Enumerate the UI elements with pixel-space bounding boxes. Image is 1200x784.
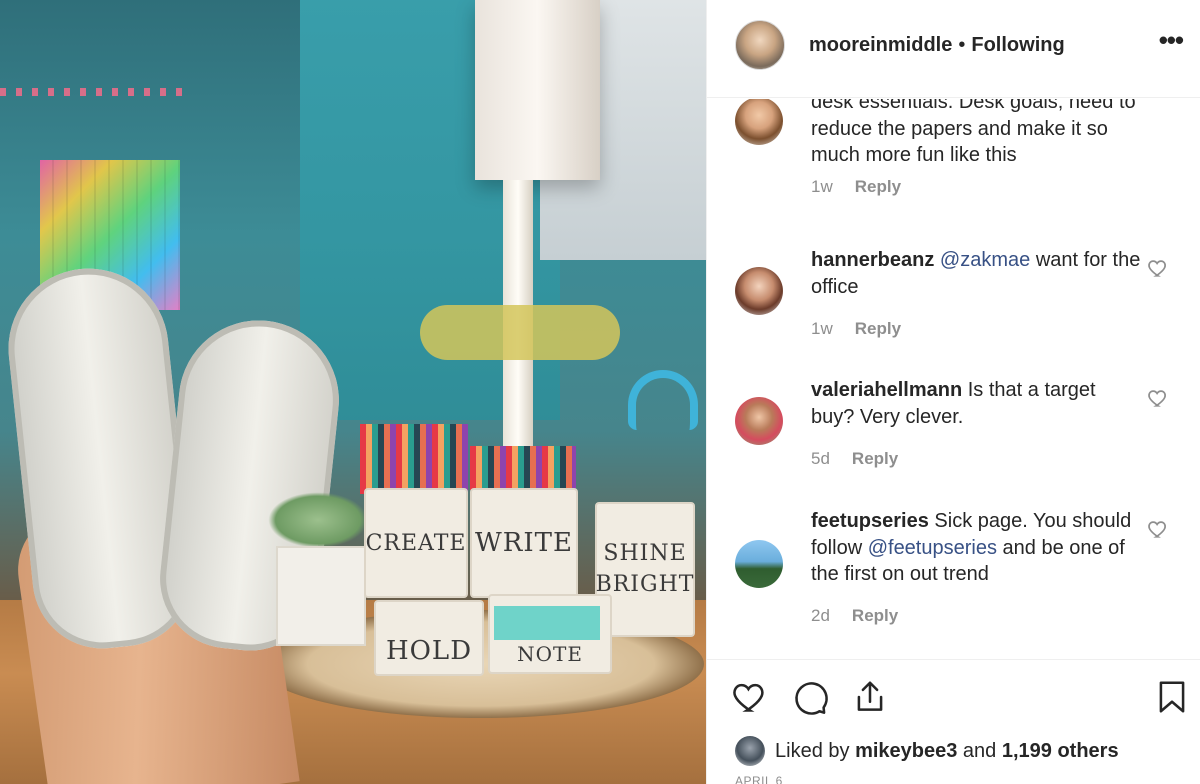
comment-body: desk essentials. Desk goals, need to red… [811,99,1136,166]
cup-write: WRITE [470,488,578,598]
author-avatar[interactable] [735,20,785,70]
markers-bundle [470,446,576,490]
commenter-username[interactable]: valeriahellmann [811,379,962,401]
sticky-note-pad [494,606,600,640]
comment-age[interactable]: 5d [811,449,830,468]
mention-link[interactable]: @zakmae [940,249,1030,271]
reply-button[interactable]: Reply [855,319,901,338]
comment-text: valeriahellmann Is that a target buy? Ve… [811,377,1141,430]
post-date[interactable]: APRIL 6 [735,774,783,784]
commenter-username[interactable]: hannerbeanz [811,249,934,271]
lamp-shade [475,0,600,180]
likes-others-link[interactable]: 1,199 others [1002,740,1119,763]
comment-meta: 1w Reply [811,177,901,197]
planter-pot [276,546,366,646]
commenter-avatar[interactable] [735,267,783,315]
reply-button[interactable]: Reply [852,449,898,468]
post-side-panel: mooreinmiddle • Following ••• desk essenti… [706,0,1200,784]
commenter-username[interactable]: feetupseries [811,510,929,532]
like-comment-heart-icon[interactable] [1147,387,1169,409]
more-options-icon[interactable]: ••• [1159,27,1184,53]
mention-link[interactable]: @feetupseries [868,537,997,559]
yellow-pillow [420,305,620,360]
like-comment-heart-icon[interactable] [1147,518,1169,540]
cup-create: CREATE [364,488,468,598]
heart-icon[interactable] [731,678,769,716]
separator-dot: • [958,34,966,56]
share-icon[interactable] [851,678,889,716]
commenter-avatar[interactable] [735,397,783,445]
follow-status-button[interactable]: Following [971,34,1064,56]
author-line: mooreinmiddle • Following [809,34,1065,57]
reply-button[interactable]: Reply [855,177,901,196]
string-lights [0,88,190,96]
like-comment-heart-icon[interactable] [1147,257,1169,279]
cup-hold: HOLD [374,600,484,676]
likes-summary: Liked by mikeybee3 and 1,199 others [735,736,1119,766]
comment-text: desk essentials. Desk goals, need to red… [811,99,1141,169]
post-actions: Liked by mikeybee3 and 1,199 others APRI… [707,659,1200,784]
comment-meta: 2d Reply [811,606,898,626]
post-photo[interactable]: CREATE WRITE SHINE BRIGHT HOLD NOTE [0,0,706,784]
comment-age[interactable]: 2d [811,606,830,625]
commenter-avatar[interactable] [735,99,783,145]
reply-button[interactable]: Reply [852,606,898,625]
likes-prefix: Liked by [775,739,850,762]
author-username[interactable]: mooreinmiddle [809,34,952,56]
liker-avatar[interactable] [735,736,765,766]
succulent-plant [268,492,368,548]
comment-text: hannerbeanz @zakmae want for the office [811,247,1141,300]
comment-age[interactable]: 1w [811,177,833,196]
comment-age[interactable]: 1w [811,319,833,338]
commenter-avatar[interactable] [735,540,783,588]
comment-meta: 1w Reply [811,319,901,339]
scissors [628,370,698,430]
bookmark-icon[interactable] [1153,678,1191,716]
post-header: mooreinmiddle • Following ••• [707,0,1200,98]
comment-icon[interactable] [791,678,829,716]
comment-meta: 5d Reply [811,449,898,469]
comments-list[interactable]: desk essentials. Desk goals, need to red… [707,99,1200,659]
likes-conjunction: and [962,739,997,762]
comment-text: feetupseries Sick page. You should follo… [811,508,1141,588]
liker-username[interactable]: mikeybee3 [855,740,957,763]
pens-bundle [360,424,468,494]
